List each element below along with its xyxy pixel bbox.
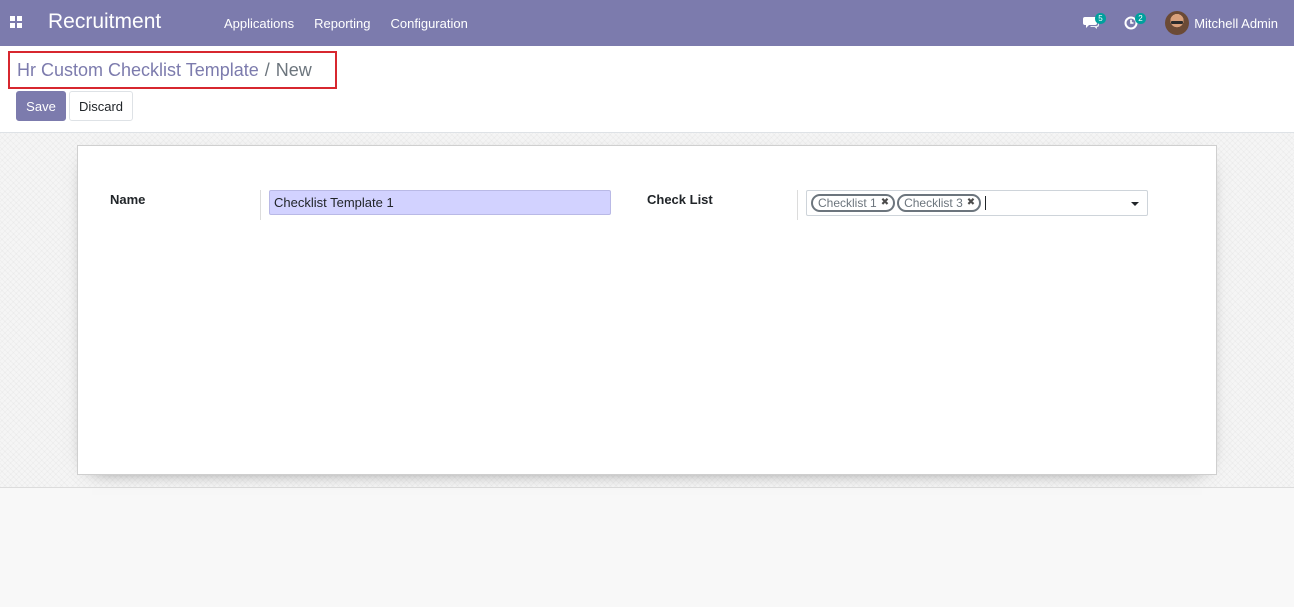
- breadcrumb-separator: /: [264, 59, 270, 80]
- menu-item-reporting[interactable]: Reporting: [304, 16, 380, 31]
- breadcrumb-parent-link[interactable]: Hr Custom Checklist Template: [17, 60, 259, 81]
- systray: 5 2 Mitchell Admin: [1071, 0, 1294, 46]
- control-panel: Hr Custom Checklist Template / New Save …: [0, 46, 1294, 133]
- form-view-background: Name Check List Checklist 1 ✖ Checklist …: [0, 133, 1294, 488]
- name-input[interactable]: [269, 190, 611, 215]
- user-name: Mitchell Admin: [1194, 15, 1278, 31]
- name-label: Name: [110, 192, 146, 207]
- activities-badge: 2: [1135, 13, 1146, 24]
- menu-item-applications[interactable]: Applications: [214, 16, 304, 31]
- top-navbar: Recruitment Applications Reporting Confi…: [0, 0, 1294, 46]
- checklist-label: Check List: [647, 192, 713, 207]
- checklist-tags-input[interactable]: Checklist 1 ✖ Checklist 3 ✖: [806, 190, 1148, 216]
- field-divider: [797, 190, 798, 220]
- breadcrumb-current: New: [275, 59, 312, 80]
- dropdown-caret-icon[interactable]: [1131, 202, 1139, 206]
- activities-button[interactable]: 2: [1111, 0, 1151, 46]
- breadcrumb: Hr Custom Checklist Template / New: [8, 51, 337, 89]
- messages-button[interactable]: 5: [1071, 0, 1111, 46]
- remove-tag-icon[interactable]: ✖: [881, 198, 889, 208]
- main-menu: Applications Reporting Configuration: [214, 0, 478, 46]
- app-title[interactable]: Recruitment: [48, 10, 161, 34]
- tag-label: Checklist 1: [818, 196, 877, 210]
- field-divider: [260, 190, 261, 220]
- save-button[interactable]: Save: [16, 91, 66, 121]
- messages-badge: 5: [1095, 13, 1106, 24]
- avatar: [1165, 11, 1190, 35]
- checklist-tag: Checklist 3 ✖: [897, 194, 982, 212]
- apps-menu-icon[interactable]: [10, 16, 22, 28]
- discard-button[interactable]: Discard: [69, 91, 133, 121]
- remove-tag-icon[interactable]: ✖: [967, 198, 975, 208]
- form-sheet: Name Check List Checklist 1 ✖ Checklist …: [77, 145, 1217, 475]
- user-menu[interactable]: Mitchell Admin: [1151, 0, 1294, 46]
- text-cursor: [985, 196, 987, 210]
- checklist-tag: Checklist 1 ✖: [811, 194, 896, 212]
- tag-label: Checklist 3: [904, 196, 963, 210]
- menu-item-configuration[interactable]: Configuration: [380, 16, 477, 31]
